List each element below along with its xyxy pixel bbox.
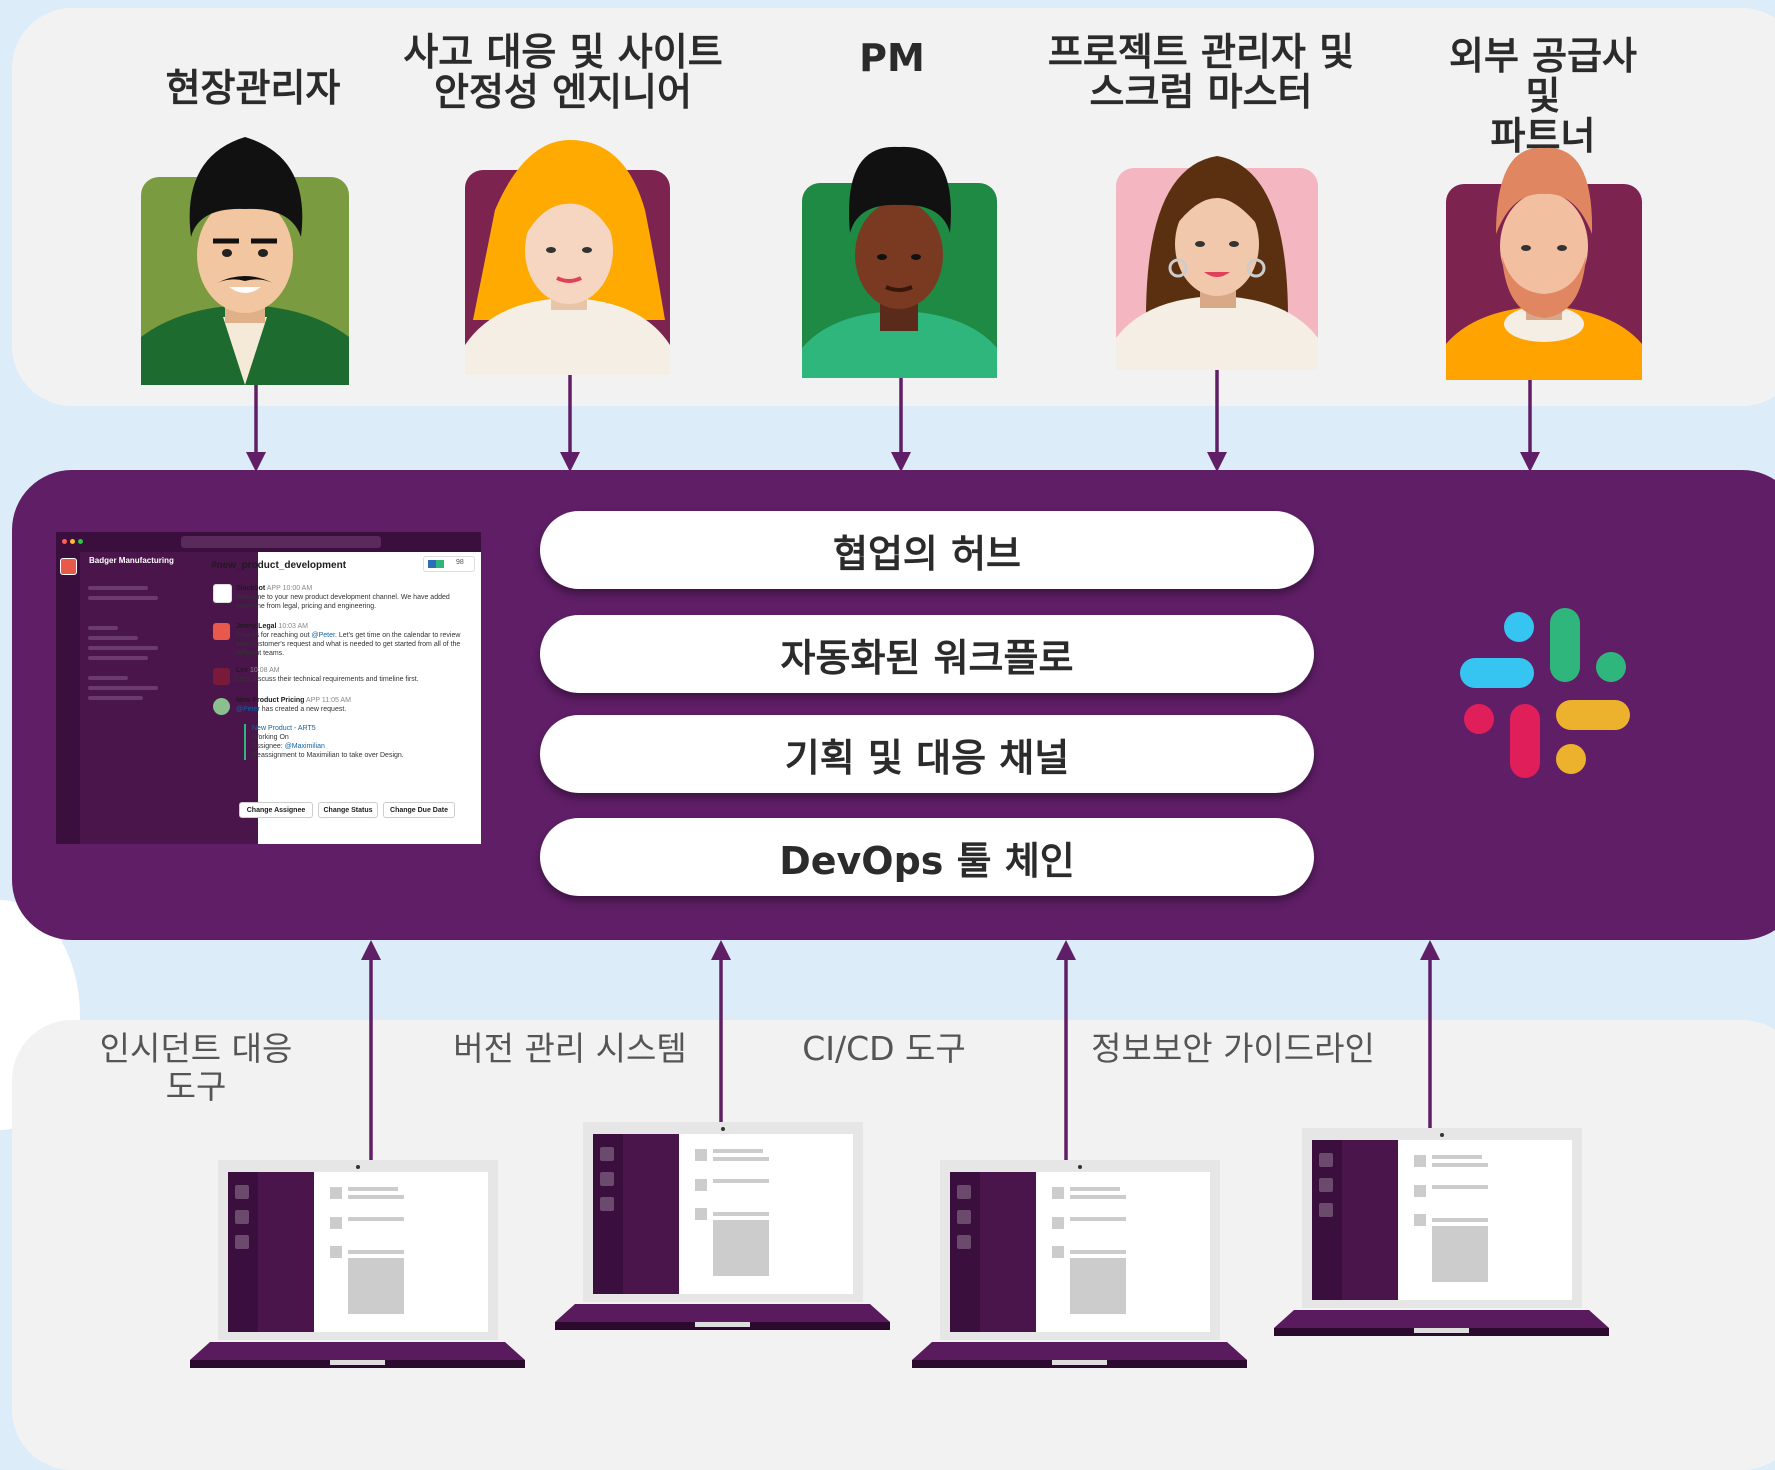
pill-planning-channel: 기획 및 대응 채널 <box>540 715 1314 793</box>
change-assignee-button[interactable]: Change Assignee <box>239 802 313 818</box>
tool-label-vcs: 버전 관리 시스템 <box>453 1029 687 1068</box>
message-new-product-pricing: New Product Pricing APP 11:05 AM @Peter … <box>236 697 351 713</box>
slack-logo-icon <box>1460 608 1630 778</box>
request-attachment: New Product - ART5 Working On Assignee: … <box>244 724 452 760</box>
laptop-security <box>1274 1128 1609 1336</box>
tool-label-cicd: CI/CD 도구 <box>802 1029 966 1068</box>
pricing-app-avatar <box>213 698 230 715</box>
tool-label-incident: 인시던트 대응 도구 <box>99 1029 293 1106</box>
laptop-cicd <box>912 1160 1247 1368</box>
window-titlebar <box>56 532 481 552</box>
change-due-date-button[interactable]: Change Due Date <box>383 802 455 818</box>
pill-automated-workflow: 자동화된 워크플로 <box>540 615 1314 693</box>
lee-avatar <box>213 668 230 685</box>
slack-channel-screenshot: Badger Manufacturing #new_product_develo… <box>56 532 481 844</box>
workspace-name: Badger Manufacturing <box>89 556 174 565</box>
pill-collaboration-hub: 협업의 허브 <box>540 511 1314 589</box>
change-status-button[interactable]: Change Status <box>318 802 378 818</box>
laptop-incident-tool <box>190 1160 525 1368</box>
message-lee: Lee 10:08 AM Let's discuss their technic… <box>236 667 419 683</box>
tool-label-security: 정보보안 가이드라인 <box>1091 1029 1375 1068</box>
member-count-badge: 98 <box>423 556 475 572</box>
jenny-avatar <box>213 623 230 640</box>
workspace-rail <box>56 552 80 844</box>
message-jenny-legal: Jenny Legal 10:03 AM Thanks for reaching… <box>236 623 461 657</box>
laptop-vcs <box>555 1122 890 1330</box>
message-slackbot: Slackbot APP 10:00 AM Welcome to your ne… <box>236 585 450 610</box>
pill-devops-toolchain: DevOps 툴 체인 <box>540 818 1314 896</box>
slackbot-avatar <box>213 584 232 603</box>
channel-name: #new_product_development <box>211 560 347 571</box>
